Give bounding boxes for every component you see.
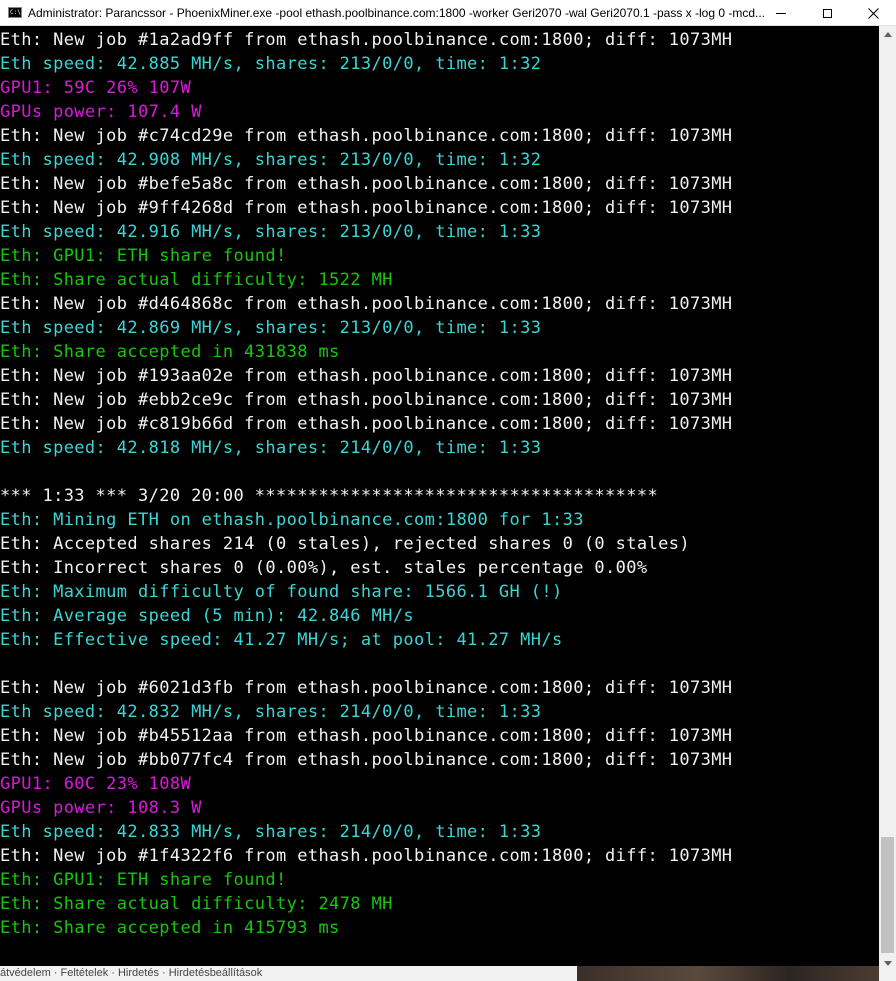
scroll-thumb[interactable] xyxy=(881,837,894,953)
maximize-button[interactable] xyxy=(804,0,850,26)
console-line: Eth speed: 42.916 MH/s, shares: 213/0/0,… xyxy=(0,222,542,242)
console-line: Eth: Average speed (5 min): 42.846 MH/s xyxy=(0,606,414,626)
console-line: *** 1:33 *** 3/20 20:00 ****************… xyxy=(0,486,659,506)
console-line: Eth: Share accepted in 431838 ms xyxy=(0,342,340,362)
console-line: Eth speed: 42.885 MH/s, shares: 213/0/0,… xyxy=(0,54,542,74)
cmd-icon: C:\ xyxy=(8,7,22,18)
console-line: Eth: GPU1: ETH share found! xyxy=(0,870,287,890)
console-line: Eth: New job #c74cd29e from ethash.poolb… xyxy=(0,126,733,146)
maximize-icon xyxy=(822,8,832,18)
console-line: Eth: New job #b45512aa from ethash.poolb… xyxy=(0,726,733,746)
close-icon xyxy=(867,7,879,19)
console-line: Eth: New job #d464868c from ethash.poolb… xyxy=(0,294,733,314)
console-line: Eth speed: 42.832 MH/s, shares: 214/0/0,… xyxy=(0,702,542,722)
background-footer-links[interactable]: átvédelem · Feltételek · Hirdetés · Hird… xyxy=(0,966,262,980)
console-line: Eth: Incorrect shares 0 (0.00%), est. st… xyxy=(0,558,648,578)
console-line: GPU1: 59C 26% 107W xyxy=(0,78,192,98)
console-line: Eth speed: 42.833 MH/s, shares: 214/0/0,… xyxy=(0,822,542,842)
console-output[interactable]: Eth: New job #1a2ad9ff from ethash.poolb… xyxy=(0,28,879,966)
console-line: GPUs power: 107.4 W xyxy=(0,102,202,122)
console-line: Eth: New job #9ff4268d from ethash.poolb… xyxy=(0,198,733,218)
console-line: Eth: Effective speed: 41.27 MH/s; at poo… xyxy=(0,630,563,650)
scroll-up-button[interactable] xyxy=(879,26,896,43)
console-line: Eth: Share accepted in 415793 ms xyxy=(0,918,340,938)
console-line: Eth: New job #befe5a8c from ethash.poolb… xyxy=(0,174,733,194)
console-line: GPUs power: 108.3 W xyxy=(0,798,202,818)
console-line: Eth: Mining ETH on ethash.poolbinance.co… xyxy=(0,510,584,530)
background-window: átvédelem · Feltételek · Hirdetés · Hird… xyxy=(0,966,896,981)
console-line: Eth: New job #ebb2ce9c from ethash.poolb… xyxy=(0,390,733,410)
console-line: Eth: Accepted shares 214 (0 stales), rej… xyxy=(0,534,690,554)
console-line: Eth: New job #bb077fc4 from ethash.poolb… xyxy=(0,750,733,770)
console-line: Eth: Share actual difficulty: 2478 MH xyxy=(0,894,393,914)
close-button[interactable] xyxy=(850,0,896,26)
console-line: Eth speed: 42.818 MH/s, shares: 214/0/0,… xyxy=(0,438,542,458)
console-line: Eth: Maximum difficulty of found share: … xyxy=(0,582,563,602)
title-bar[interactable]: C:\ Administrator: Parancssor - PhoenixM… xyxy=(0,0,896,26)
console-line: GPU1: 60C 23% 108W xyxy=(0,774,192,794)
background-image xyxy=(577,966,879,981)
chevron-up-icon xyxy=(883,32,892,37)
console-line: Eth: New job #c819b66d from ethash.poolb… xyxy=(0,414,733,434)
console-line: Eth: New job #1a2ad9ff from ethash.poolb… xyxy=(0,30,733,50)
console-line: Eth: New job #193aa02e from ethash.poolb… xyxy=(0,366,733,386)
console-line: Eth speed: 42.869 MH/s, shares: 213/0/0,… xyxy=(0,318,542,338)
vertical-scrollbar[interactable] xyxy=(879,26,896,972)
minimize-button[interactable] xyxy=(758,0,804,26)
console-line: Eth: GPU1: ETH share found! xyxy=(0,246,287,266)
window-title: Administrator: Parancssor - PhoenixMiner… xyxy=(28,6,766,20)
console-line: Eth: New job #1f4322f6 from ethash.poolb… xyxy=(0,846,733,866)
console-line: Eth: New job #6021d3fb from ethash.poolb… xyxy=(0,678,733,698)
console-line: Eth speed: 42.908 MH/s, shares: 213/0/0,… xyxy=(0,150,542,170)
minimize-icon xyxy=(776,12,786,14)
console-line: Eth: Share actual difficulty: 1522 MH xyxy=(0,270,393,290)
